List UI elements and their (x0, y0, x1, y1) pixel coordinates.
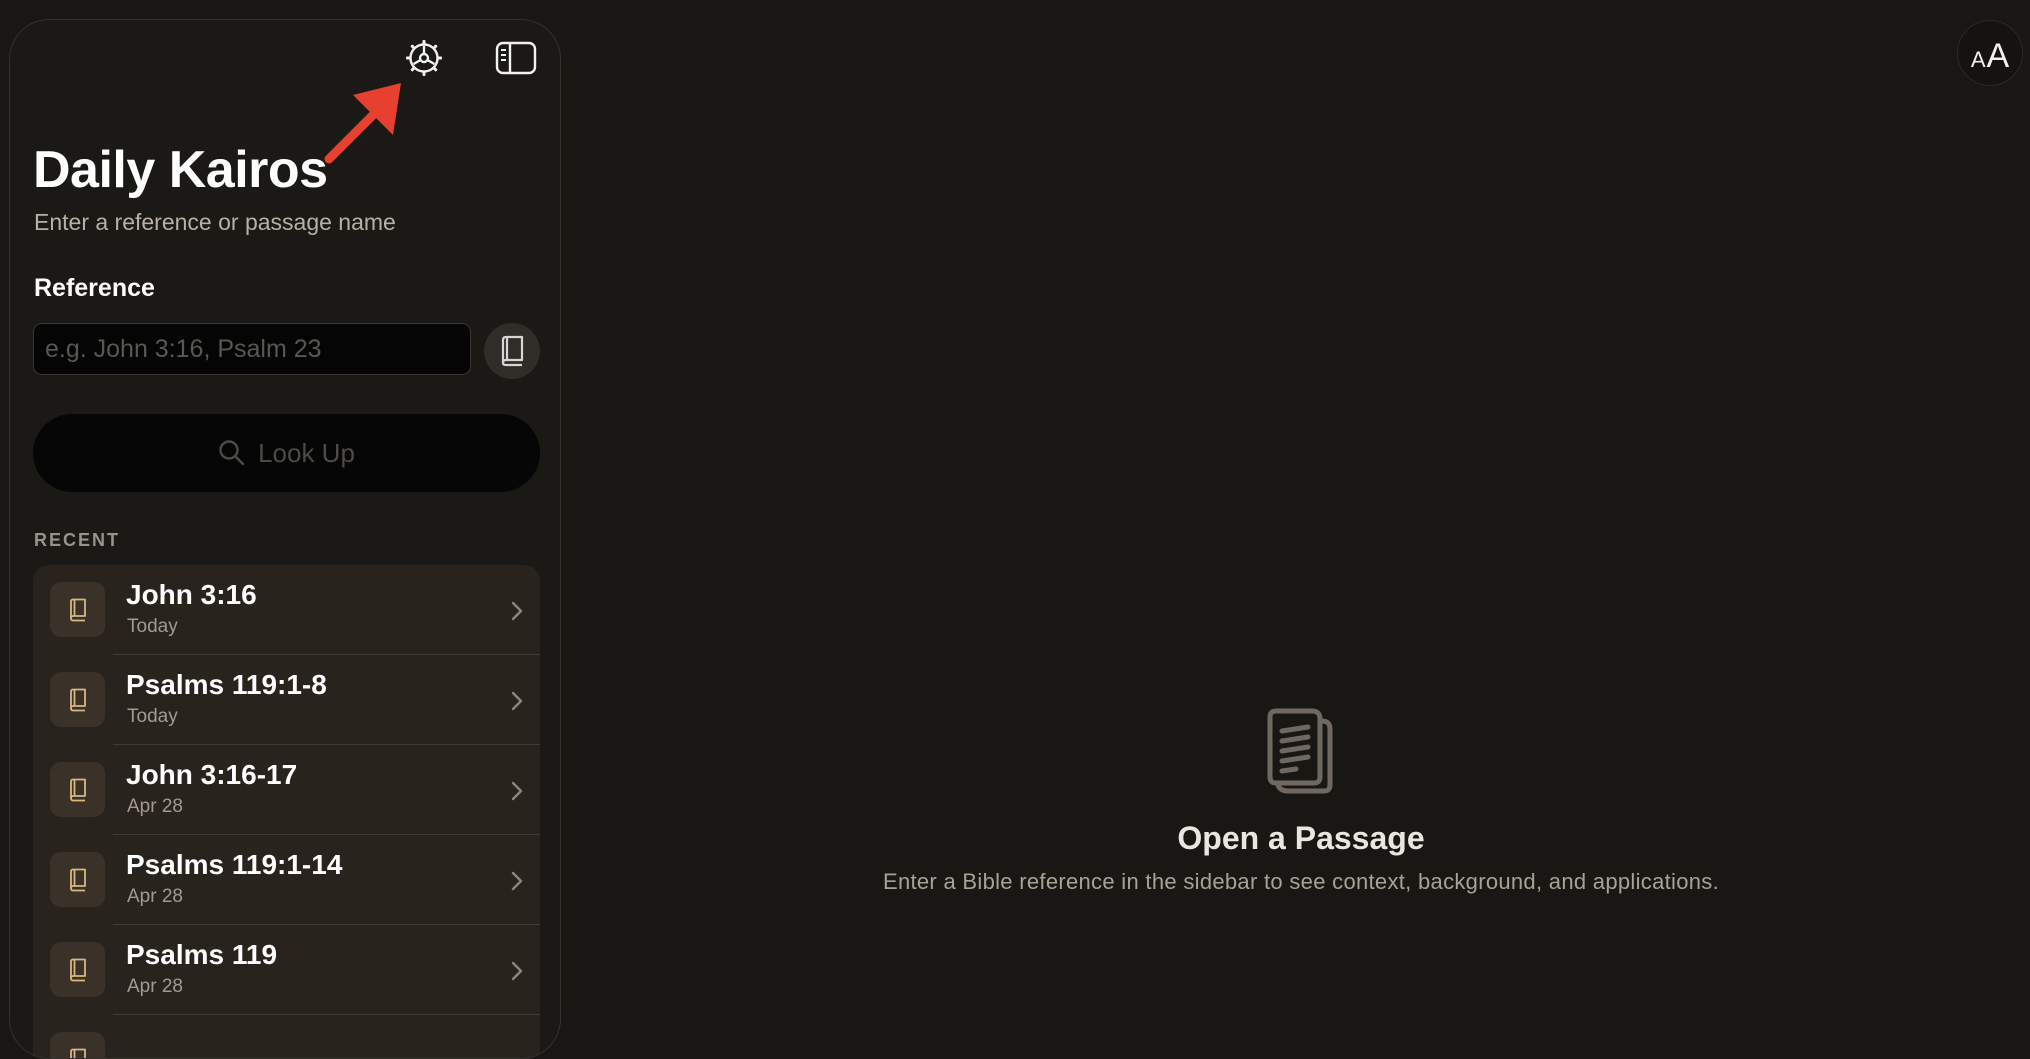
look-up-label: Look Up (258, 437, 355, 468)
look-up-button[interactable]: Look Up (33, 414, 540, 492)
font-size-small-label: A (1970, 47, 1986, 72)
browse-books-button[interactable] (484, 323, 540, 379)
book-icon (50, 582, 105, 637)
recent-item-psalms-119-1-8[interactable]: Psalms 119:1-8 Today (33, 655, 540, 745)
recent-item-title: Psalms 119 (126, 939, 278, 970)
recent-item-title: Psalms 119:1-8 (126, 669, 327, 700)
book-icon (501, 335, 524, 367)
app-title: Daily Kairos (33, 141, 328, 199)
chevron-right-icon (511, 961, 523, 981)
recent-item-date: Today (127, 616, 178, 637)
recent-list: John 3:16 Today Psalms 119:1-8 Today Joh… (33, 565, 540, 1058)
document-icon (1267, 708, 1333, 794)
recent-item-date: Apr 28 (127, 796, 183, 817)
book-icon (50, 672, 105, 727)
book-icon (50, 942, 105, 997)
empty-state-title: Open a Passage (1177, 820, 1425, 856)
settings-button[interactable] (400, 34, 448, 82)
sidebar-toggle-button[interactable] (492, 34, 540, 82)
empty-state-description: Enter a Bible reference in the sidebar t… (882, 869, 1720, 894)
chevron-right-icon (511, 781, 523, 801)
annotation-arrow-icon (324, 83, 401, 164)
reference-label: Reference (34, 274, 155, 302)
chevron-right-icon (511, 691, 523, 711)
recent-item-john-3-16[interactable]: John 3:16 Today (33, 565, 540, 655)
recent-header: RECENT (34, 530, 121, 550)
book-icon (50, 1032, 105, 1058)
recent-item-psalms-119[interactable]: Psalms 119 Apr 28 (33, 925, 540, 1015)
reference-input[interactable] (33, 323, 471, 375)
sidebar: Daily Kairos Enter a reference or passag… (9, 19, 561, 1059)
recent-item-title: John 3:16 (126, 579, 257, 610)
recent-item-date: Apr 28 (127, 976, 183, 997)
sidebar-toggle-icon (495, 41, 537, 75)
font-size-button[interactable]: A A (1957, 20, 2023, 86)
recent-item-title: John 3:16-17 (126, 759, 298, 790)
book-icon (50, 762, 105, 817)
font-size-big-label: A (1986, 37, 2010, 75)
app-subtitle: Enter a reference or passage name (34, 209, 396, 235)
recent-item-date: Today (127, 706, 178, 727)
chevron-right-icon (511, 601, 523, 621)
search-icon (219, 440, 245, 466)
gear-icon (406, 40, 442, 76)
recent-item-partial[interactable] (33, 1015, 540, 1058)
